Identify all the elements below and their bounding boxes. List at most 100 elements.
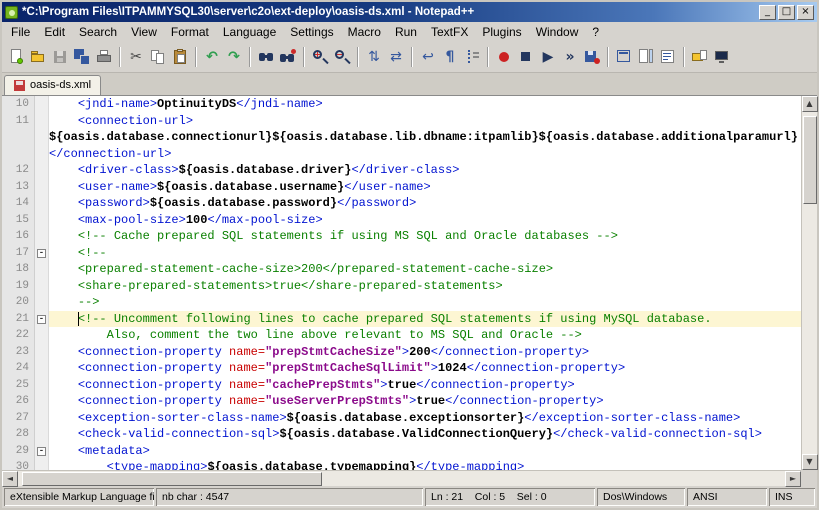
playback-macro-icon[interactable]: ▶	[538, 47, 558, 67]
menu-item-textfx[interactable]: TextFX	[424, 23, 475, 41]
menu-item-macro[interactable]: Macro	[341, 23, 388, 41]
menu-item-language[interactable]: Language	[216, 23, 283, 41]
menu-item-view[interactable]: View	[124, 23, 164, 41]
code-line[interactable]: <driver-class>${oasis.database.driver}</…	[49, 162, 801, 179]
tab-label: oasis-ds.xml	[30, 79, 91, 91]
monitoring-icon[interactable]	[712, 47, 732, 67]
code-line[interactable]: <prepared-statement-cache-size>200</prep…	[49, 261, 801, 278]
code-line[interactable]: <type-mapping>${oasis.database.typemappi…	[49, 459, 801, 470]
status-encoding[interactable]: ANSI	[687, 488, 767, 506]
record-macro-icon[interactable]	[494, 47, 514, 67]
code-line[interactable]: <!--	[49, 245, 801, 262]
editor-row: 25 <connection-property name="cachePrepS…	[2, 377, 801, 394]
doc-map-icon[interactable]	[636, 47, 656, 67]
fold-margin[interactable]: -	[35, 311, 49, 328]
show-all-characters-icon[interactable]: ¶	[440, 47, 460, 67]
fold-collapse-icon[interactable]: -	[37, 249, 46, 258]
copy-icon[interactable]	[148, 47, 168, 67]
cut-icon[interactable]: ✂	[126, 47, 146, 67]
menu-item-file[interactable]: File	[4, 23, 37, 41]
line-number: 28	[2, 426, 35, 443]
redo-icon[interactable]: ↷	[224, 47, 244, 67]
code-line[interactable]: <connection-property name="prepStmtCache…	[49, 344, 801, 361]
code-line[interactable]: <jndi-name>OptinuityDS</jndi-name>	[49, 96, 801, 113]
title-bar[interactable]: *C:\Program Files\ITPAMMYSQL30\server\c2…	[2, 2, 817, 22]
code-line[interactable]: <connection-url>	[49, 113, 801, 130]
editor-row: 10 <jndi-name>OptinuityDS</jndi-name>	[2, 96, 801, 113]
code-line[interactable]: Also, comment the two line above relevan…	[49, 327, 801, 344]
code-line[interactable]: </connection-url>	[49, 146, 801, 163]
menu-item-plugins[interactable]: Plugins	[475, 23, 528, 41]
code-line[interactable]: ${oasis.database.connectionurl}${oasis.d…	[49, 129, 801, 146]
scroll-right-icon[interactable]: ►	[785, 471, 801, 487]
vertical-scroll-thumb[interactable]	[803, 116, 817, 204]
minimize-button[interactable]: _	[759, 5, 776, 20]
scroll-up-icon[interactable]: ▲	[802, 96, 818, 112]
code-line[interactable]: <!-- Cache prepared SQL statements if us…	[49, 228, 801, 245]
status-eol-format[interactable]: Dos\Windows	[597, 488, 685, 506]
editor-lines[interactable]: 10 <jndi-name>OptinuityDS</jndi-name>11 …	[2, 96, 801, 470]
fold-collapse-icon[interactable]: -	[37, 315, 46, 324]
code-line[interactable]: <connection-property name="prepStmtCache…	[49, 360, 801, 377]
new-file-icon[interactable]	[6, 47, 26, 67]
close-button[interactable]: ×	[797, 5, 814, 20]
fold-collapse-icon[interactable]: -	[37, 447, 46, 456]
paste-icon[interactable]	[170, 47, 190, 67]
editor-row: 18 <prepared-statement-cache-size>200</p…	[2, 261, 801, 278]
code-line[interactable]: -->	[49, 294, 801, 311]
word-wrap-icon[interactable]: ↩	[418, 47, 438, 67]
code-line[interactable]: <check-valid-connection-sql>${oasis.data…	[49, 426, 801, 443]
fold-margin[interactable]: -	[35, 443, 49, 460]
fold-margin[interactable]: -	[35, 245, 49, 262]
tab-oasis-ds[interactable]: oasis-ds.xml	[4, 75, 101, 95]
menu-item-help[interactable]: ?	[585, 23, 606, 41]
menu-item-edit[interactable]: Edit	[37, 23, 72, 41]
file-browser-icon[interactable]	[690, 47, 710, 67]
code-line[interactable]: <metadata>	[49, 443, 801, 460]
zoom-out-icon[interactable]	[332, 47, 352, 67]
zoom-in-icon[interactable]	[310, 47, 330, 67]
menu-item-format[interactable]: Format	[164, 23, 216, 41]
fold-margin	[35, 278, 49, 295]
code-line[interactable]: <exception-sorter-class-name>${oasis.dat…	[49, 410, 801, 427]
save-macro-icon[interactable]	[582, 47, 602, 67]
full-screen-icon[interactable]	[614, 47, 634, 67]
vertical-scrollbar[interactable]: ▲ ▼	[801, 96, 817, 470]
menu-item-settings[interactable]: Settings	[283, 23, 340, 41]
line-number: 23	[2, 344, 35, 361]
code-line[interactable]: <share-prepared-statements>true</share-p…	[49, 278, 801, 295]
horizontal-scrollbar[interactable]: ◄ ►	[2, 470, 801, 486]
run-macro-multiple-icon[interactable]: »	[560, 47, 580, 67]
code-line[interactable]: <connection-property name="cachePrepStmt…	[49, 377, 801, 394]
code-line[interactable]: <user-name>${oasis.database.username}</u…	[49, 179, 801, 196]
current-code-line[interactable]: <!-- Uncomment following lines to cache …	[49, 311, 801, 328]
print-icon[interactable]	[94, 47, 114, 67]
scroll-left-icon[interactable]: ◄	[2, 471, 18, 487]
scroll-down-icon[interactable]: ▼	[802, 454, 818, 470]
fold-margin	[35, 212, 49, 229]
code-line[interactable]: <password>${oasis.database.password}</pa…	[49, 195, 801, 212]
status-insert-mode[interactable]: INS	[769, 488, 815, 506]
horizontal-scroll-thumb[interactable]	[22, 472, 322, 486]
fold-margin	[35, 410, 49, 427]
code-line[interactable]: <connection-property name="useServerPrep…	[49, 393, 801, 410]
maximize-button[interactable]: □	[778, 5, 795, 20]
editor-row: 12 <driver-class>${oasis.database.driver…	[2, 162, 801, 179]
function-list-icon[interactable]	[658, 47, 678, 67]
show-indent-guide-icon[interactable]	[462, 47, 482, 67]
menu-item-window[interactable]: Window	[529, 23, 586, 41]
fold-margin	[35, 327, 49, 344]
sync-scroll-h-icon[interactable]: ⇄	[386, 47, 406, 67]
caret	[78, 312, 79, 326]
editor-row: 20 -->	[2, 294, 801, 311]
stop-recording-icon[interactable]	[516, 47, 536, 67]
find-icon[interactable]	[256, 47, 276, 67]
code-line[interactable]: <max-pool-size>100</max-pool-size>	[49, 212, 801, 229]
open-file-icon[interactable]	[28, 47, 48, 67]
replace-icon[interactable]	[278, 47, 298, 67]
menu-item-run[interactable]: Run	[388, 23, 424, 41]
menu-item-search[interactable]: Search	[72, 23, 124, 41]
undo-icon[interactable]: ↶	[202, 47, 222, 67]
save-all-icon[interactable]	[72, 47, 92, 67]
sync-scroll-v-icon[interactable]: ⇅	[364, 47, 384, 67]
